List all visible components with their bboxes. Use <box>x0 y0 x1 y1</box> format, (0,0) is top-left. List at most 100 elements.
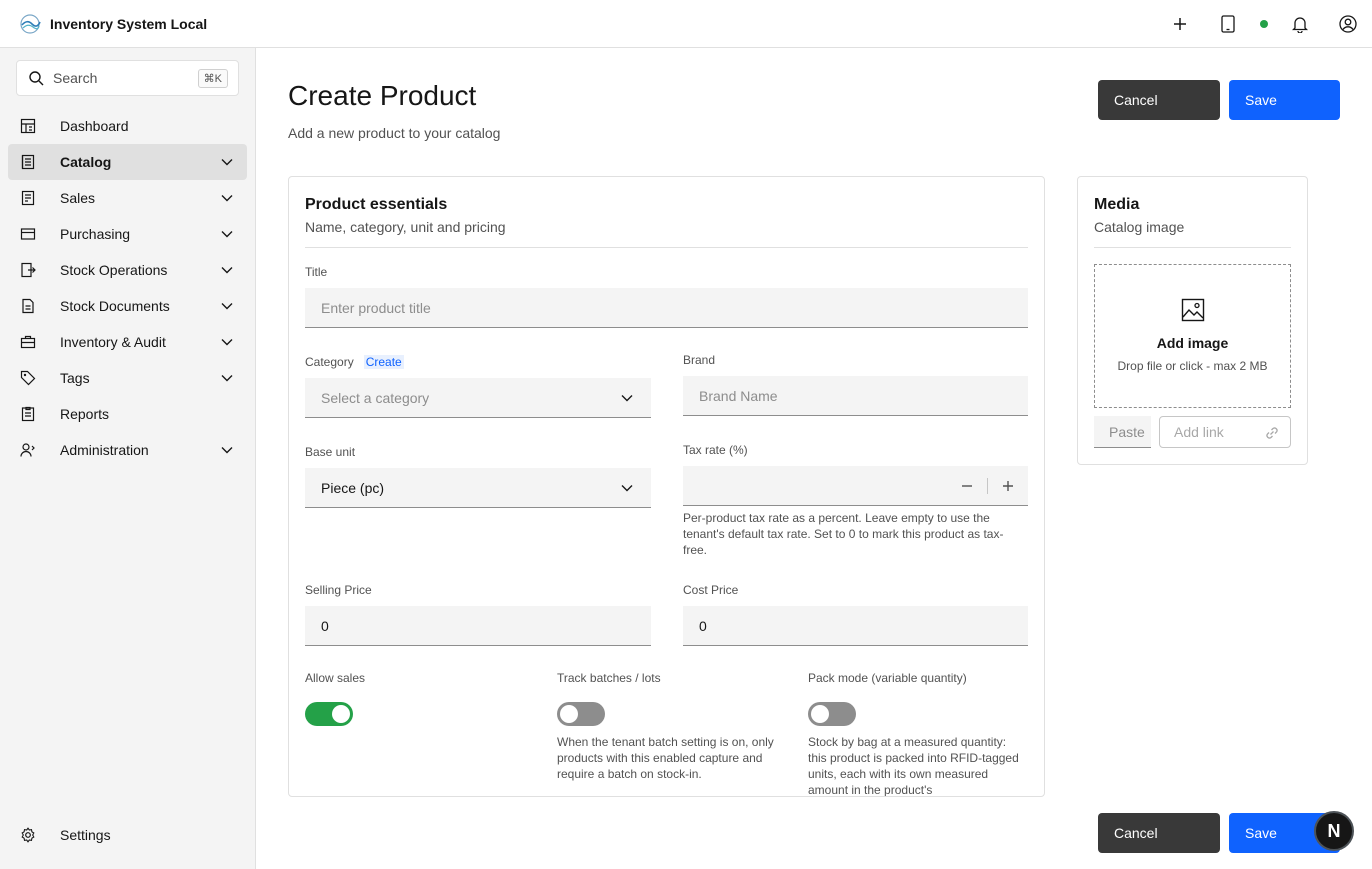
paste-label: Paste <box>1109 423 1145 440</box>
sidebar-nav: Dashboard Catalog Sales Purchasing Stock… <box>8 108 247 468</box>
toggle-knob <box>332 705 350 723</box>
add-link-input[interactable]: Add link <box>1159 416 1291 448</box>
search-shortcut-badge: ⌘K <box>197 68 228 88</box>
card-icon <box>20 226 36 242</box>
paste-button[interactable]: Paste <box>1094 416 1151 448</box>
add-image-title: Add image <box>1156 335 1229 351</box>
sidebar-item-reports[interactable]: Reports <box>8 396 247 432</box>
increment-button[interactable] <box>988 466 1028 506</box>
add-button[interactable] <box>1156 0 1204 48</box>
sidebar-item-settings[interactable]: Settings <box>8 817 247 853</box>
toggle-knob <box>560 705 578 723</box>
brand-input[interactable]: Brand Name <box>683 376 1028 416</box>
category-label-row: Category Create <box>305 355 404 369</box>
track-batches-label: Track batches / lots <box>557 671 661 685</box>
sidebar-item-stock-documents[interactable]: Stock Documents <box>8 288 247 324</box>
catalog-icon <box>20 154 36 170</box>
sidebar-item-label: Stock Operations <box>60 262 168 278</box>
plus-icon <box>1174 18 1186 30</box>
decrement-button[interactable] <box>947 466 987 506</box>
track-batches-helper: When the tenant batch setting is on, onl… <box>557 735 774 781</box>
tax-rate-label: Tax rate (%) <box>683 443 748 457</box>
sidebar-item-label: Reports <box>60 406 110 422</box>
chevron-down-icon[interactable] <box>219 442 235 458</box>
assistant-fab-button[interactable]: N <box>1314 811 1354 851</box>
sidebar-item-administration[interactable]: Administration <box>8 432 247 468</box>
tax-rate-helper: Per-product tax rate as a percent. Leave… <box>683 511 1004 557</box>
user-admin-icon <box>20 442 36 458</box>
sidebar-item-label: Sales <box>60 190 96 206</box>
user-menu-button[interactable] <box>1324 0 1372 48</box>
dashboard-icon <box>20 118 36 134</box>
brand-logo-icon <box>18 12 42 36</box>
chevron-down-icon[interactable] <box>219 190 235 206</box>
page-title: Create Product <box>288 80 477 111</box>
image-icon <box>1181 298 1205 327</box>
search-label: Search <box>53 70 98 86</box>
device-button[interactable] <box>1204 0 1252 48</box>
transfer-icon <box>20 262 36 278</box>
base-unit-value: Piece (pc) <box>321 479 385 496</box>
sidebar-item-catalog[interactable]: Catalog <box>8 144 247 180</box>
divider <box>305 247 1028 248</box>
section-title: Media <box>1094 196 1140 213</box>
chevron-down-icon[interactable] <box>219 370 235 386</box>
allow-sales-label: Allow sales <box>305 671 366 685</box>
chevron-down-icon[interactable] <box>219 298 235 314</box>
category-label: Category <box>305 355 354 369</box>
section-subtitle: Catalog image <box>1094 219 1185 235</box>
title-input[interactable]: Enter product title <box>305 288 1028 328</box>
sidebar-item-stock-operations[interactable]: Stock Operations <box>8 252 247 288</box>
selling-price-input[interactable]: 0 <box>305 606 651 646</box>
sidebar-item-purchasing[interactable]: Purchasing <box>8 216 247 252</box>
sidebar: Search ⌘K Dashboard Catalog Sales Purcha… <box>0 48 256 869</box>
product-essentials-card: Product essentials Name, category, unit … <box>288 176 1045 797</box>
notifications-button[interactable] <box>1276 0 1324 48</box>
cost-price-input[interactable]: 0 <box>683 606 1028 646</box>
app-title: Inventory System Local <box>50 15 208 32</box>
tax-rate-input[interactable] <box>683 466 1028 506</box>
sidebar-item-dashboard[interactable]: Dashboard <box>8 108 247 144</box>
create-category-link[interactable]: Create <box>363 355 404 369</box>
search-input[interactable]: Search ⌘K <box>16 60 239 96</box>
chevron-down-icon[interactable] <box>219 226 235 242</box>
chevron-down-icon <box>619 390 635 406</box>
chevron-down-icon <box>619 480 635 496</box>
pack-mode-toggle[interactable] <box>808 702 856 726</box>
tablet-icon <box>1221 15 1235 33</box>
page-subtitle: Add a new product to your catalog <box>288 125 501 141</box>
receipt-icon <box>20 190 36 206</box>
image-dropzone[interactable]: Add image Drop file or click - max 2 MB <box>1094 264 1291 408</box>
title-label: Title <box>305 265 328 279</box>
chevron-down-icon[interactable] <box>219 334 235 350</box>
save-button[interactable]: Save <box>1229 80 1340 120</box>
cancel-button[interactable]: Cancel <box>1098 80 1220 120</box>
cancel-button-bottom[interactable]: Cancel <box>1098 813 1220 853</box>
chevron-down-icon[interactable] <box>219 262 235 278</box>
header-actions <box>1156 0 1372 48</box>
sidebar-item-inventory-audit[interactable]: Inventory & Audit <box>8 324 247 360</box>
tax-rate-stepper <box>947 466 1028 506</box>
report-icon <box>20 406 36 422</box>
selling-price-value: 0 <box>321 617 329 634</box>
section-subtitle: Name, category, unit and pricing <box>305 219 506 235</box>
sidebar-item-label: Stock Documents <box>60 298 170 314</box>
base-unit-select[interactable]: Piece (pc) <box>305 468 651 508</box>
sidebar-item-label: Dashboard <box>60 118 129 134</box>
category-select[interactable]: Select a category <box>305 378 651 418</box>
sidebar-item-sales[interactable]: Sales <box>8 180 247 216</box>
gear-icon <box>20 827 36 843</box>
brand-label: Brand <box>683 353 716 367</box>
sidebar-item-label: Administration <box>60 442 149 458</box>
toggle-knob <box>811 705 829 723</box>
chevron-down-icon[interactable] <box>219 154 235 170</box>
category-placeholder: Select a category <box>321 389 430 406</box>
allow-sales-toggle[interactable] <box>305 702 353 726</box>
sidebar-item-tags[interactable]: Tags <box>8 360 247 396</box>
track-batches-toggle[interactable] <box>557 702 605 726</box>
search-icon <box>27 69 45 87</box>
base-unit-label: Base unit <box>305 445 356 459</box>
section-title: Product essentials <box>305 196 448 213</box>
brand[interactable]: Inventory System Local <box>0 12 207 36</box>
link-icon <box>1264 425 1280 444</box>
